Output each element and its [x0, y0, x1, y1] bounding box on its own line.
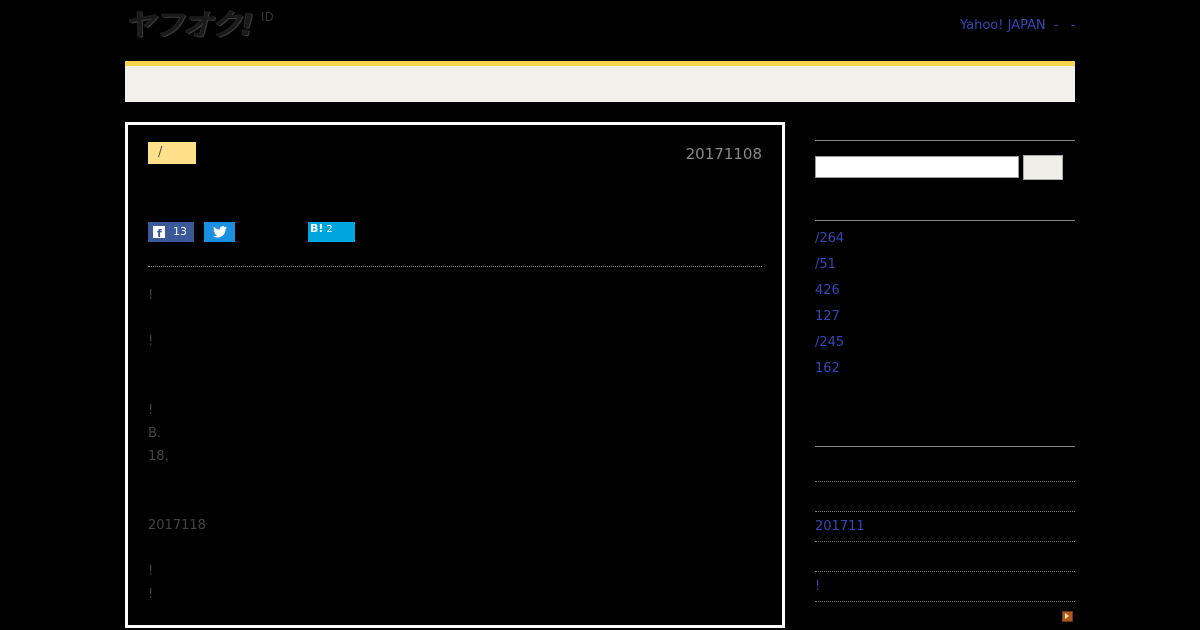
sidebar-category-link[interactable]: 426	[815, 283, 840, 298]
logo[interactable]: ヤフオク! ID	[125, 8, 274, 44]
article-text-line: !	[148, 403, 154, 418]
article-date: 20171108	[685, 145, 762, 163]
article: / 20171108 13 B!2 ! ! ! B. 18. 2017118 !…	[125, 122, 785, 628]
facebook-icon	[153, 224, 165, 244]
twitter-icon	[212, 226, 227, 238]
article-text-line: !	[148, 334, 154, 349]
top-links: Yahoo! JAPAN - -	[960, 18, 1079, 33]
top-link-separator: -	[1070, 18, 1076, 33]
logo-text[interactable]: ヤフオク!	[125, 8, 254, 43]
facebook-share-count: 13	[173, 225, 187, 238]
more-arrow-icon[interactable]	[1062, 611, 1073, 622]
sidebar-misc-link[interactable]: !	[815, 579, 820, 594]
sidebar-dotted-divider	[815, 571, 1075, 572]
hatena-bookmark-icon: B!	[310, 222, 324, 235]
category-badge[interactable]: /	[148, 142, 196, 164]
sidebar-dotted-divider	[815, 601, 1075, 602]
article-text-line: !	[148, 288, 154, 303]
sidebar-category-link[interactable]: /245	[815, 335, 844, 350]
article-text-line: 18.	[148, 449, 169, 464]
search-button[interactable]	[1023, 155, 1063, 180]
sidebar-category-link[interactable]: 162	[815, 361, 840, 376]
top-link-separator: -	[1053, 18, 1059, 33]
sidebar-archive-link[interactable]: 201711	[815, 519, 865, 534]
logo-id-label: ID	[261, 10, 274, 24]
sidebar-category-link[interactable]: /264	[815, 231, 844, 246]
nav-bar	[125, 61, 1075, 102]
hatena-bookmark-count: 2	[326, 224, 333, 235]
sidebar-dotted-divider	[815, 481, 1075, 482]
sidebar-dotted-divider	[815, 511, 1075, 512]
article-text-line: !	[148, 587, 154, 602]
sidebar-rule	[815, 446, 1075, 447]
yahoo-japan-link[interactable]: Yahoo! JAPAN	[960, 18, 1046, 33]
article-text-line: !	[148, 564, 154, 579]
article-text-line: B.	[148, 426, 162, 441]
sidebar-rule	[815, 220, 1075, 221]
twitter-share-button[interactable]	[204, 222, 235, 242]
sidebar-category-link[interactable]: 127	[815, 309, 840, 324]
search-input[interactable]	[815, 156, 1019, 178]
article-text-line: 2017118	[148, 518, 206, 533]
facebook-share-button[interactable]: 13	[148, 222, 194, 244]
sidebar-category-link[interactable]: /51	[815, 257, 836, 272]
divider	[148, 266, 762, 267]
sidebar-rule	[815, 140, 1075, 141]
hatena-bookmark-button[interactable]: B! 2	[308, 222, 355, 242]
sidebar-dotted-divider	[815, 541, 1075, 542]
